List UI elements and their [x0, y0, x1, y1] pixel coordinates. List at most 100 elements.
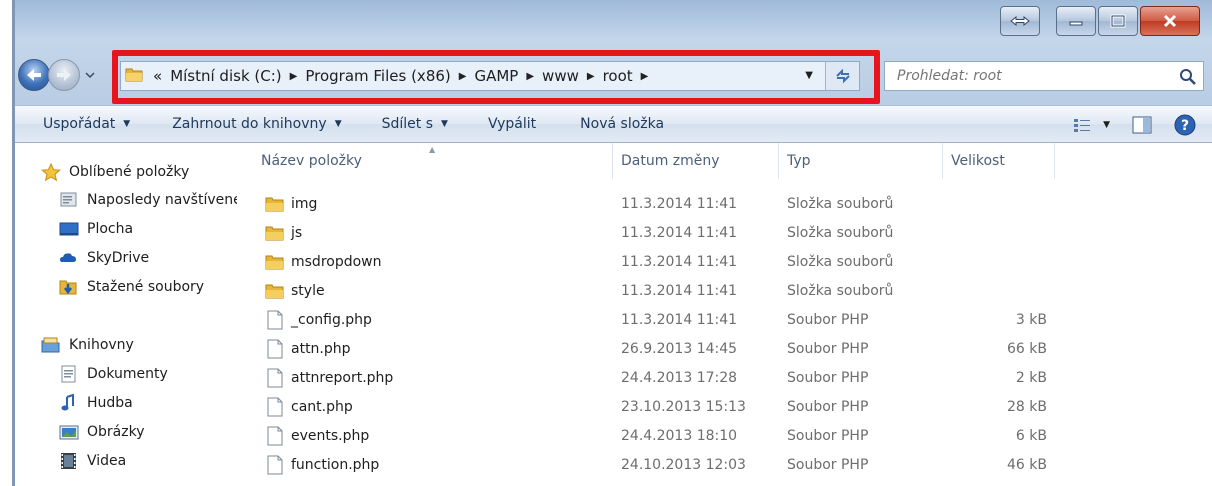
breadcrumb-www[interactable]: www ▶ — [542, 67, 595, 85]
table-row[interactable]: _config.php 11.3.2014 11:41 Soubor PHP 3 kB — [237, 305, 1057, 334]
file-name: style — [291, 282, 325, 299]
burn-button[interactable]: Vypálit — [488, 116, 536, 132]
share-label: Sdílet s — [381, 116, 434, 132]
nav-favorites[interactable]: Oblíbené položky — [41, 163, 189, 181]
nav-videos[interactable]: Videa — [59, 452, 126, 470]
file-icon — [265, 305, 285, 334]
file-type: Soubor PHP — [787, 311, 869, 328]
preview-pane-button[interactable] — [1132, 116, 1152, 134]
file-size: 2 kB — [1015, 369, 1047, 386]
table-row[interactable]: events.php 24.4.2013 18:10 Soubor PHP 6 kB — [237, 421, 1057, 450]
column-header-date[interactable]: Datum změny — [613, 143, 779, 179]
recent-pages-dropdown[interactable] — [84, 69, 96, 81]
nav-recent-places[interactable]: Naposledy navštívené — [59, 191, 237, 209]
breadcrumb-program-files[interactable]: Program Files (x86) ▶ — [305, 67, 466, 85]
breadcrumb-gamp[interactable]: GAMP ▶ — [474, 67, 534, 85]
file-name: function.php — [291, 456, 380, 473]
nav-libraries[interactable]: Knihovny — [41, 336, 134, 354]
file-size — [937, 218, 1047, 247]
address-bar[interactable]: « Místní disk (C:) ▶ Program Files (x86) ▶… — [120, 61, 860, 91]
arrow-right-icon — [57, 69, 71, 81]
search-input[interactable] — [897, 68, 1167, 84]
nav-music[interactable]: Hudba — [59, 394, 133, 412]
breadcrumb-label: root — [602, 67, 633, 85]
breadcrumb-arrow-icon[interactable]: ▶ — [526, 71, 534, 82]
file-name: events.php — [291, 427, 370, 444]
maximize-icon — [1110, 14, 1126, 28]
file-name: img — [291, 195, 318, 212]
table-row[interactable]: js 11.3.2014 11:41 Složka souborů — [237, 218, 1057, 247]
table-row[interactable]: style 11.3.2014 11:41 Složka souborů — [237, 276, 1057, 305]
downloads-folder-icon — [59, 278, 79, 296]
back-button[interactable] — [18, 59, 50, 91]
pictures-icon — [59, 423, 79, 441]
address-dropdown-icon[interactable]: ▼ — [805, 70, 813, 81]
file-date: 11.3.2014 11:41 — [621, 195, 738, 212]
close-button[interactable] — [1140, 6, 1200, 36]
chevron-down-icon: ▼ — [334, 119, 342, 129]
command-bar: Uspořádat ▼ Zahrnout do knihovny ▼ Sdílet … — [15, 105, 1212, 143]
music-icon — [59, 394, 79, 412]
forward-button[interactable] — [48, 59, 80, 91]
breadcrumb-arrow-icon[interactable]: ▶ — [459, 71, 467, 82]
table-row[interactable]: msdropdown 11.3.2014 11:41 Složka souborů — [237, 247, 1057, 276]
column-header-size[interactable]: Velikost — [943, 143, 1055, 179]
cloud-icon — [59, 249, 79, 267]
column-label: Velikost — [951, 153, 1005, 169]
nav-documents[interactable]: Dokumenty — [59, 365, 168, 383]
table-row[interactable]: function.php 24.10.2013 12:03 Soubor PHP 46… — [237, 450, 1057, 479]
new-folder-label: Nová složka — [580, 116, 665, 132]
maximize-button[interactable] — [1098, 6, 1138, 36]
table-row[interactable]: img 11.3.2014 11:41 Složka souborů — [237, 189, 1057, 218]
share-with-button[interactable]: Sdílet s ▼ — [382, 116, 448, 132]
nav-label: Knihovny — [69, 337, 134, 353]
nav-label: SkyDrive — [87, 250, 150, 266]
file-size — [937, 247, 1047, 276]
column-header-type[interactable]: Typ — [779, 143, 943, 179]
change-view-button[interactable]: ▼ — [1073, 118, 1110, 132]
chevron-down-icon[interactable]: ▼ — [1103, 120, 1110, 130]
nav-desktop[interactable]: Plocha — [59, 220, 133, 238]
file-date: 26.9.2013 14:45 — [621, 340, 738, 357]
help-icon: ? — [1174, 114, 1196, 136]
sort-ascending-icon: ▲ — [429, 145, 436, 154]
file-date: 24.4.2013 18:10 — [621, 427, 738, 444]
preview-pane-icon — [1132, 116, 1152, 134]
search-box[interactable] — [884, 61, 1204, 91]
breadcrumb-arrow-icon[interactable]: ▶ — [587, 71, 595, 82]
nav-label: Obrázky — [87, 424, 145, 440]
file-size: 28 kB — [1007, 398, 1047, 415]
table-row[interactable]: attn.php 26.9.2013 14:45 Soubor PHP 66 kB — [237, 334, 1057, 363]
overflow-label: « — [153, 67, 163, 85]
minimize-button[interactable] — [1056, 6, 1096, 36]
search-icon[interactable] — [1179, 68, 1197, 90]
snap-icon — [1010, 15, 1030, 27]
nav-skydrive[interactable]: SkyDrive — [59, 249, 149, 267]
breadcrumb-label: Místní disk (C:) — [170, 67, 282, 85]
file-date: 24.10.2013 12:03 — [621, 456, 746, 473]
nav-label: Hudba — [87, 395, 133, 411]
breadcrumb-local-disk[interactable]: Místní disk (C:) ▶ — [170, 67, 297, 85]
breadcrumb-arrow-icon[interactable]: ▶ — [290, 71, 298, 82]
file-date: 11.3.2014 11:41 — [621, 253, 738, 270]
breadcrumb-arrow-icon[interactable]: ▶ — [641, 71, 649, 82]
arrow-left-icon — [27, 69, 41, 81]
folder-icon — [265, 247, 285, 276]
column-label: Datum změny — [621, 153, 720, 169]
breadcrumb-root[interactable]: root ▶ — [603, 67, 649, 85]
nav-pictures[interactable]: Obrázky — [59, 423, 144, 441]
table-row[interactable]: cant.php 23.10.2013 15:13 Soubor PHP 28 kB — [237, 392, 1057, 421]
organize-button[interactable]: Uspořádat ▼ — [43, 116, 130, 132]
new-folder-button[interactable]: Nová složka — [580, 116, 664, 132]
table-row[interactable]: attnreport.php 24.4.2013 17:28 Soubor PHP 2… — [237, 363, 1057, 392]
nav-downloads[interactable]: Stažené soubory — [59, 278, 204, 296]
include-in-library-button[interactable]: Zahrnout do knihovny ▼ — [172, 116, 341, 132]
help-button[interactable]: ? — [1174, 114, 1196, 136]
folder-icon — [265, 189, 285, 218]
snap-button[interactable] — [1000, 6, 1040, 36]
nav-label: Dokumenty — [87, 366, 168, 382]
refresh-button[interactable] — [825, 62, 859, 90]
address-overflow[interactable]: « — [153, 67, 162, 85]
file-icon — [265, 392, 285, 421]
folder-icon — [265, 276, 285, 305]
